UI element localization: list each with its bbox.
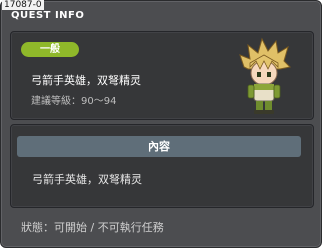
window-title: QUEST INFO [11,10,85,21]
quest-summary-panel: 一般 弓箭手英雄，双弩精灵 建議等級：90～94 [10,31,314,120]
content-section-header: 內容 [17,136,301,157]
quest-description: 弓箭手英雄，双弩精灵 [32,173,142,186]
quest-name: 弓箭手英雄，双弩精灵 [31,74,141,87]
quest-category-badge: 一般 [21,42,79,57]
quest-status: 狀態：可開始 / 不可執行任務 [21,221,164,234]
quest-id-label: 17087-0 [2,0,44,10]
quest-content-panel: 內容 弓箭手英雄，双弩精灵 [10,124,314,208]
recommended-level: 建議等級：90～94 [31,96,117,107]
npc-character-icon [239,37,292,114]
quest-info-window: QUEST INFO 一般 弓箭手英雄，双弩精灵 建議等級：90～94 內容 弓… [0,0,322,248]
